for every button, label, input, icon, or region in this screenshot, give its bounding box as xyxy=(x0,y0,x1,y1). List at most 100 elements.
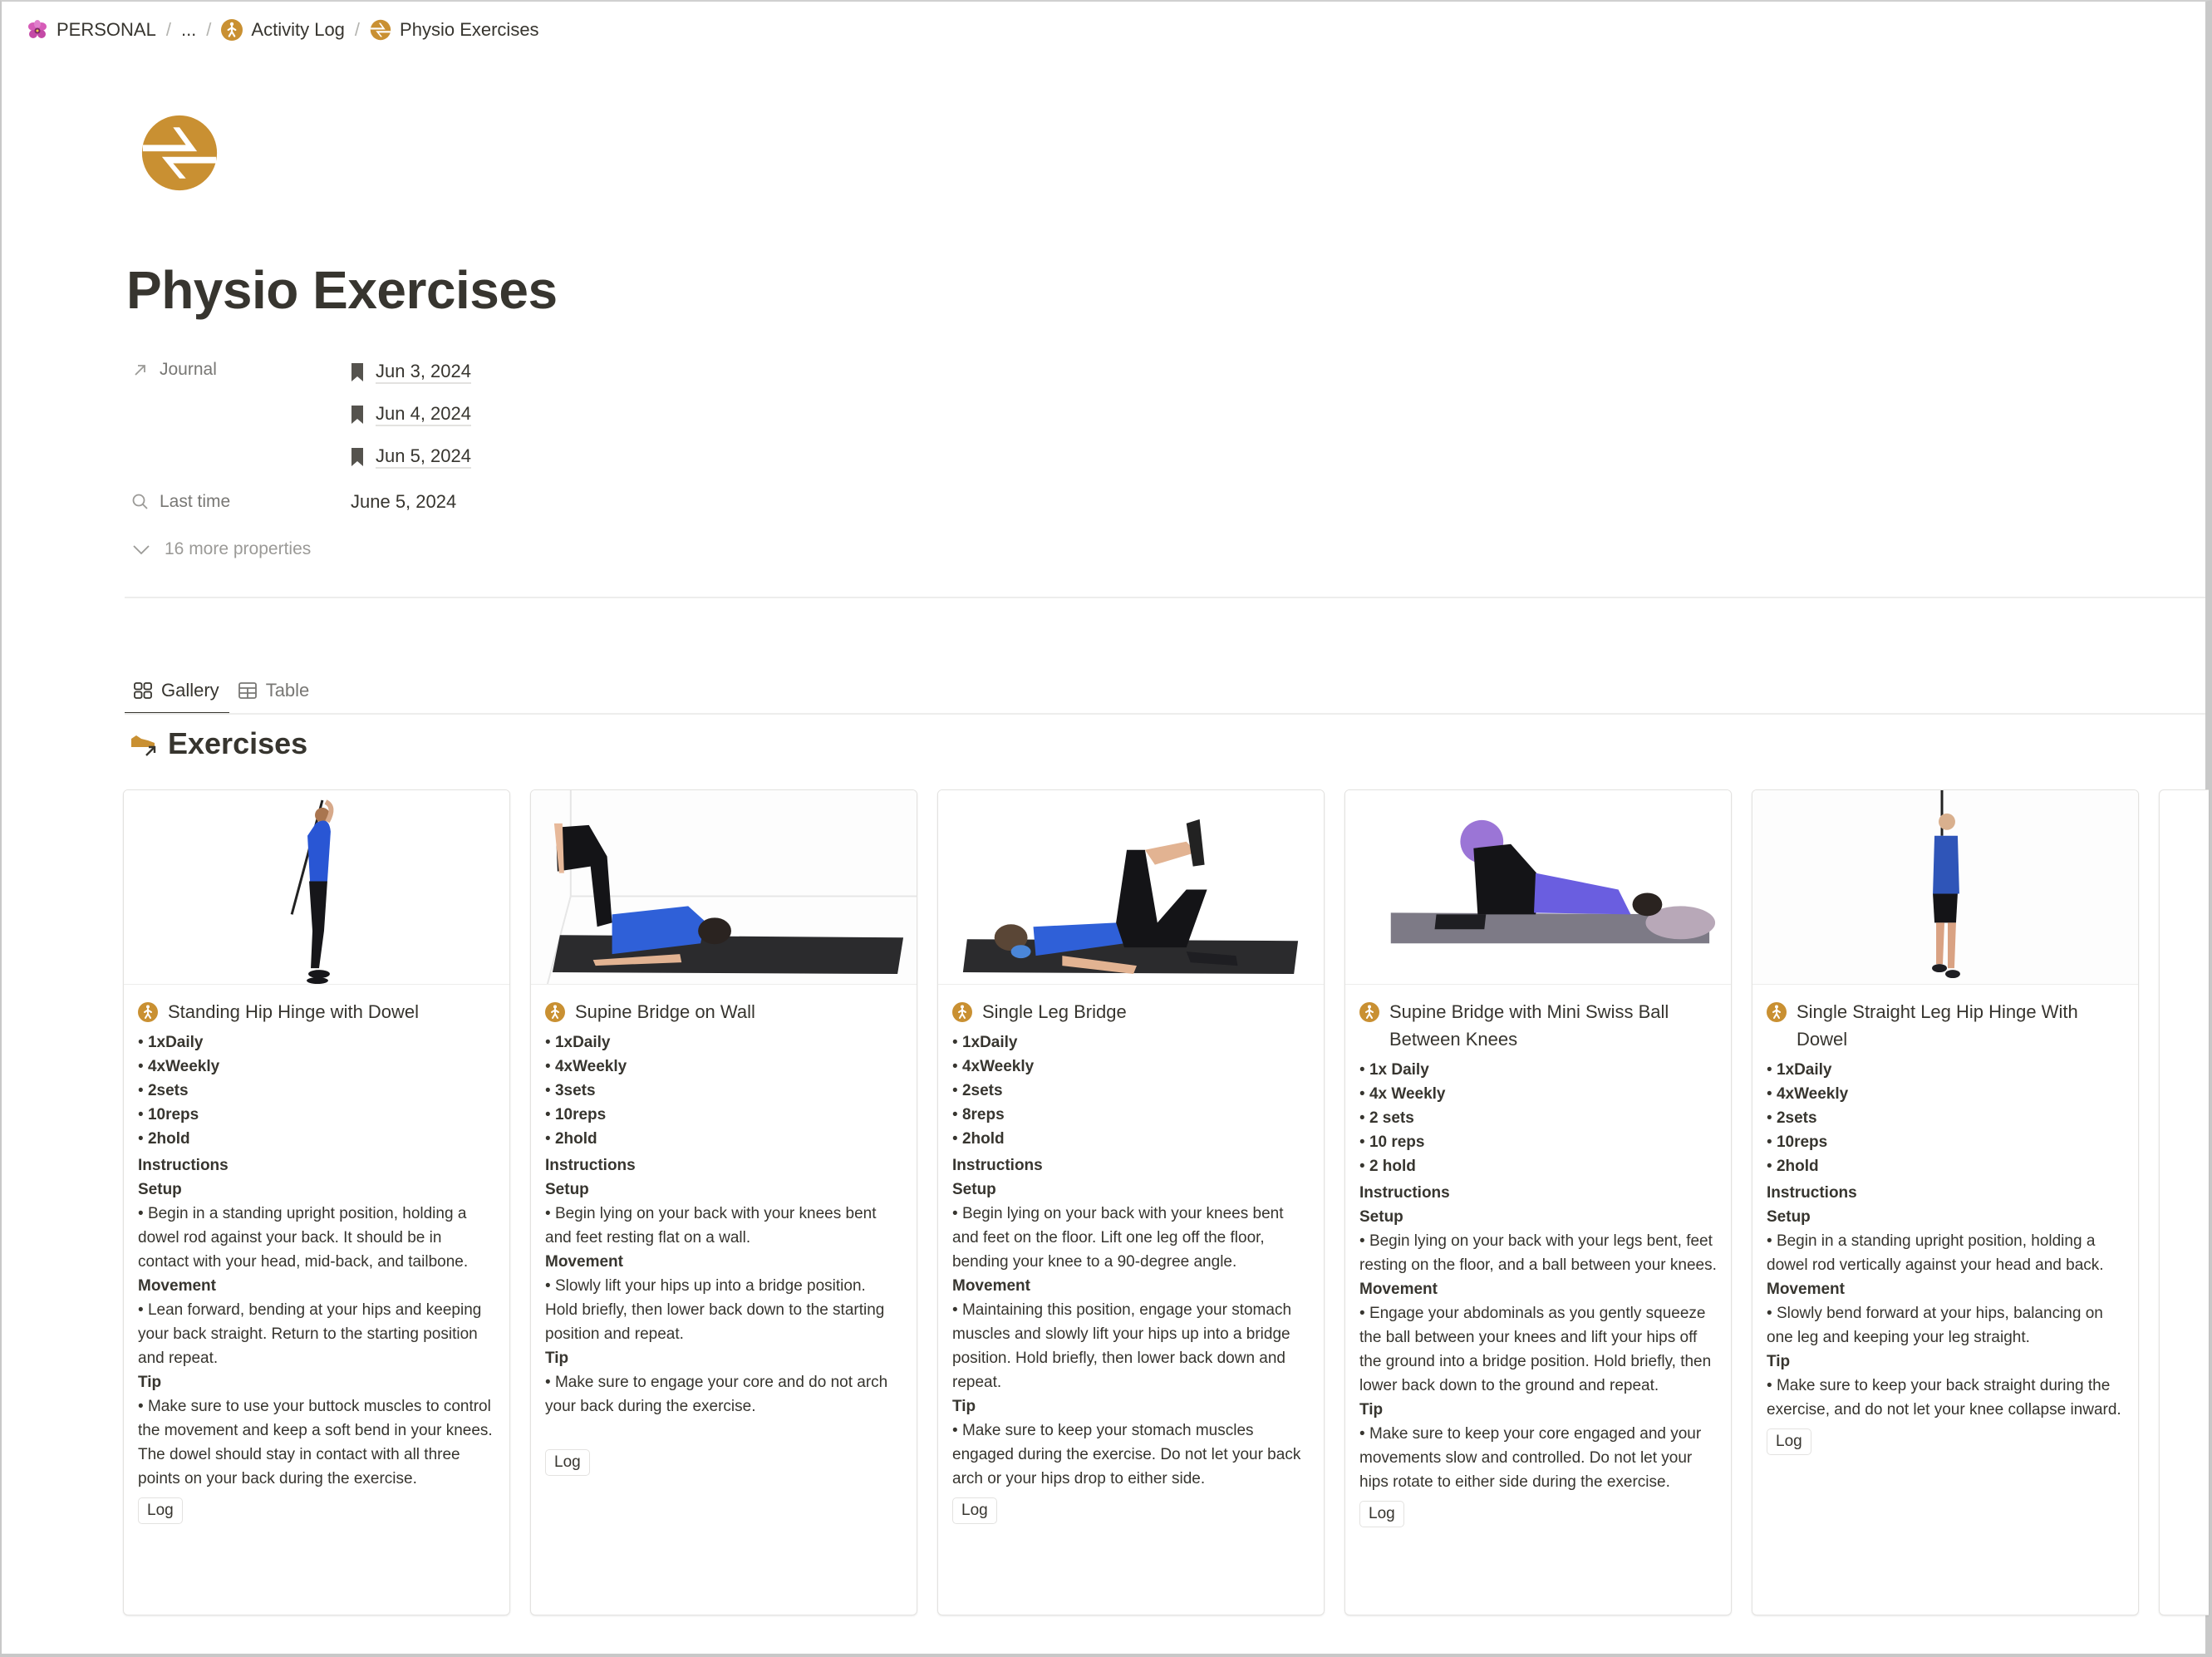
bookmark-icon xyxy=(351,405,364,425)
instructions-heading: Instructions xyxy=(952,1157,1043,1174)
movement-heading: Movement xyxy=(952,1277,1030,1295)
divider xyxy=(125,597,2205,598)
walking-person-icon xyxy=(221,19,243,41)
card-title[interactable]: Standing Hip Hinge with Dowel xyxy=(138,998,495,1025)
movement-text: Slowly bend forward at your hips, balanc… xyxy=(1767,1301,2124,1350)
stat-reps: 10reps xyxy=(1767,1130,2124,1154)
stat-hold: 2hold xyxy=(952,1127,1310,1151)
stat-reps: 8reps xyxy=(952,1103,1310,1127)
breadcrumb-item-physio-exercises[interactable]: Physio Exercises xyxy=(365,17,544,42)
bookmark-icon xyxy=(351,447,364,467)
log-button[interactable]: Log xyxy=(952,1497,997,1524)
instructions-heading: Instructions xyxy=(138,1157,229,1174)
walking-person-icon xyxy=(1359,1002,1379,1022)
tip-text: Make sure to keep your back straight dur… xyxy=(1767,1374,2124,1422)
breadcrumb-label: Physio Exercises xyxy=(400,19,539,40)
stat-reps: 10reps xyxy=(138,1103,495,1127)
stat-hold: 2hold xyxy=(1767,1154,2124,1178)
page-icon-swap-arrows[interactable] xyxy=(140,113,219,193)
exercise-card[interactable]: Single Straight Leg Hip Hinge With Dowel… xyxy=(1752,789,2139,1615)
exercise-card[interactable]: Supine Bridge on Wall 1xDaily 4xWeekly 3… xyxy=(530,789,917,1615)
journal-link[interactable]: Jun 4, 2024 xyxy=(351,393,471,435)
stat-frequency-weekly: 4xWeekly xyxy=(138,1055,495,1079)
journal-link[interactable]: Jun 5, 2024 xyxy=(351,435,471,478)
movement-text: Engage your abdominals as you gently squ… xyxy=(1359,1301,1717,1398)
walking-person-icon xyxy=(1767,1002,1787,1022)
more-properties-toggle[interactable]: 16 more properties xyxy=(126,533,791,566)
stat-hold: 2hold xyxy=(138,1127,495,1151)
setup-text: Begin lying on your back with your legs … xyxy=(1359,1229,1717,1277)
setup-text: Begin lying on your back with your knees… xyxy=(952,1202,1310,1274)
breadcrumb-item-activity-log[interactable]: Activity Log xyxy=(216,17,350,42)
property-last-time: Last time June 5, 2024 xyxy=(126,483,791,521)
stat-frequency-weekly: 4xWeekly xyxy=(952,1055,1310,1079)
stat-frequency-weekly: 4xWeekly xyxy=(1767,1082,2124,1106)
tab-table[interactable]: Table xyxy=(229,671,320,710)
standing-hip-hinge-photo xyxy=(124,790,509,985)
page-title[interactable]: Physio Exercises xyxy=(126,259,558,321)
log-button[interactable]: Log xyxy=(138,1497,183,1524)
stat-sets: 2sets xyxy=(1767,1106,2124,1130)
view-tabs: Gallery Table xyxy=(125,671,319,715)
swap-arrows-icon xyxy=(370,19,391,41)
property-journal: Journal Jun 3, 2024 Jun 4, 2024 Jun 5, 2… xyxy=(126,351,791,478)
stat-sets: 2 sets xyxy=(1359,1106,1717,1130)
stat-frequency-weekly: 4xWeekly xyxy=(545,1055,902,1079)
setup-heading: Setup xyxy=(1359,1208,1403,1226)
log-button[interactable]: Log xyxy=(1767,1428,1811,1455)
page-properties: Journal Jun 3, 2024 Jun 4, 2024 Jun 5, 2… xyxy=(126,351,791,566)
tabs-divider xyxy=(125,713,2205,715)
gallery-grid-icon xyxy=(134,682,152,699)
card-title[interactable]: Supine Bridge with Mini Swiss Ball Betwe… xyxy=(1359,998,1717,1053)
single-leg-hip-hinge-photo xyxy=(1752,790,2138,985)
setup-heading: Setup xyxy=(138,1181,182,1198)
tip-heading: Tip xyxy=(545,1350,569,1367)
exercise-card[interactable]: Supine Bridge with Mini Swiss Ball Betwe… xyxy=(1344,789,1732,1615)
search-icon xyxy=(132,494,148,509)
card-title[interactable]: Single Leg Bridge xyxy=(952,998,1310,1025)
setup-text: Begin in a standing upright position, ho… xyxy=(1767,1229,2124,1277)
property-label-journal[interactable]: Journal xyxy=(126,351,351,389)
stat-frequency-daily: 1xDaily xyxy=(545,1030,902,1055)
movement-heading: Movement xyxy=(1767,1281,1845,1298)
breadcrumb-item-personal[interactable]: PERSONAL xyxy=(22,17,161,42)
property-value-last-time[interactable]: June 5, 2024 xyxy=(351,483,456,521)
chevron-down-icon xyxy=(133,545,150,555)
exercise-card[interactable]: Standing Hip Hinge with Dowel 1xDaily 4x… xyxy=(123,789,510,1615)
supine-bridge-swiss-ball-photo xyxy=(1345,790,1731,985)
setup-text: Begin in a standing upright position, ho… xyxy=(138,1202,495,1274)
movement-text: Lean forward, bending at your hips and k… xyxy=(138,1298,495,1370)
log-button[interactable]: Log xyxy=(545,1449,590,1476)
movement-text: Maintaining this position, engage your s… xyxy=(952,1298,1310,1394)
property-label-last-time[interactable]: Last time xyxy=(126,483,351,521)
tip-heading: Tip xyxy=(1359,1401,1384,1419)
stat-hold: 2hold xyxy=(545,1127,902,1151)
exercise-gallery: Standing Hip Hinge with Dowel 1xDaily 4x… xyxy=(123,789,2209,1615)
card-title[interactable]: Single Straight Leg Hip Hinge With Dowel xyxy=(1767,998,2124,1053)
tip-text: Make sure to keep your stomach muscles e… xyxy=(952,1419,1310,1491)
movement-text: Slowly lift your hips up into a bridge p… xyxy=(545,1274,902,1346)
walking-person-icon xyxy=(545,1002,565,1022)
exercise-card[interactable]: Single Leg Bridge 1xDaily 4xWeekly 2sets… xyxy=(937,789,1325,1615)
stat-sets: 2sets xyxy=(138,1079,495,1103)
stat-frequency-daily: 1xDaily xyxy=(952,1030,1310,1055)
stat-frequency-weekly: 4x Weekly xyxy=(1359,1082,1717,1106)
breadcrumb-item-ellipsis[interactable]: ... xyxy=(176,17,201,42)
movement-heading: Movement xyxy=(1359,1281,1438,1298)
table-icon xyxy=(238,682,257,699)
tab-gallery[interactable]: Gallery xyxy=(125,671,229,715)
stat-reps: 10 reps xyxy=(1359,1130,1717,1154)
breadcrumb-label: PERSONAL xyxy=(57,19,156,40)
instructions-heading: Instructions xyxy=(1359,1184,1450,1202)
log-button[interactable]: Log xyxy=(1359,1501,1404,1527)
setup-text: Begin lying on your back with your knees… xyxy=(545,1202,902,1250)
exercise-card-partial[interactable] xyxy=(2159,789,2209,1615)
setup-heading: Setup xyxy=(1767,1208,1811,1226)
stat-reps: 10reps xyxy=(545,1103,902,1127)
card-title[interactable]: Supine Bridge on Wall xyxy=(545,998,902,1025)
stat-frequency-daily: 1xDaily xyxy=(138,1030,495,1055)
walking-person-icon xyxy=(952,1002,972,1022)
journal-link[interactable]: Jun 3, 2024 xyxy=(351,351,471,393)
tip-heading: Tip xyxy=(1767,1353,1791,1370)
gallery-title[interactable]: Exercises xyxy=(130,726,307,761)
